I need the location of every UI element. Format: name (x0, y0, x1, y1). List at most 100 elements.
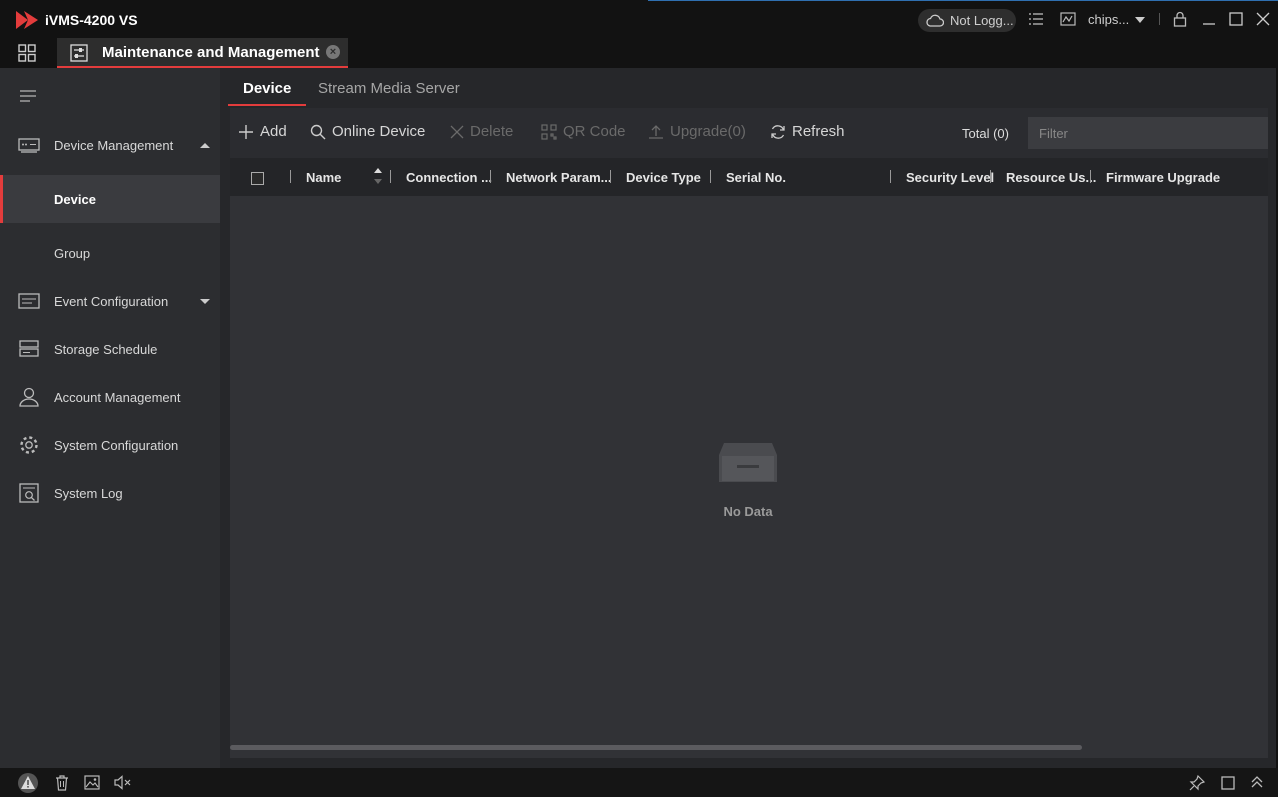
total-count: Total (0) (962, 126, 1009, 141)
column-header-device-type[interactable]: Device Type (626, 170, 701, 185)
close-icon[interactable] (1256, 12, 1270, 26)
alarm-warning-icon[interactable] (16, 773, 40, 793)
column-header-resource-usage[interactable]: Resource Us... (1006, 170, 1096, 185)
upload-icon (648, 124, 664, 140)
sidebar-item-label: Storage Schedule (54, 341, 158, 357)
upgrade-label: Upgrade(0) (670, 123, 746, 140)
sidebar-item-label: System Log (54, 485, 123, 501)
empty-state-text: No Data (723, 504, 773, 519)
sidebar-item-label: Device Management (54, 137, 174, 153)
storage-schedule-icon (18, 338, 40, 360)
sidebar-item-device[interactable]: Device (0, 175, 220, 223)
delete-label: Delete (470, 123, 514, 140)
maximize-icon[interactable] (1229, 12, 1243, 26)
sort-icon[interactable] (373, 166, 383, 186)
app-grid-icon[interactable] (18, 44, 36, 62)
column-divider (1090, 170, 1091, 183)
cloud-login-button[interactable]: Not Logg... (918, 9, 1016, 32)
sidebar-item-label: Group (54, 245, 91, 261)
tab-stream-media-server[interactable]: Stream Media Server (318, 80, 460, 97)
column-divider (390, 170, 391, 183)
sidebar: Device Management Device Group Event Con… (0, 68, 220, 768)
refresh-icon (770, 124, 786, 140)
sidebar-item-device-management[interactable]: Device Management (0, 121, 220, 169)
window-restore-icon[interactable] (1221, 776, 1235, 790)
image-icon[interactable] (84, 775, 100, 790)
minimize-icon[interactable] (1202, 12, 1216, 26)
sidebar-item-account-management[interactable]: Account Management (0, 373, 220, 421)
table-header: Name Connection ... Network Param... Dev… (230, 158, 1268, 196)
bottom-status-bar (0, 768, 1278, 797)
tab-close-icon[interactable]: × (326, 45, 340, 59)
column-header-name[interactable]: Name (306, 170, 341, 185)
add-label: Add (260, 123, 287, 140)
mute-icon[interactable] (114, 775, 132, 790)
double-chevron-up-icon[interactable] (1250, 775, 1264, 789)
refresh-label: Refresh (792, 123, 845, 140)
window-accent-line (648, 0, 1278, 1)
column-divider (610, 170, 611, 183)
sidebar-item-system-log[interactable]: System Log (0, 469, 220, 517)
add-button[interactable]: Add (238, 123, 287, 140)
refresh-button[interactable]: Refresh (770, 123, 845, 140)
sidebar-item-label: System Configuration (54, 437, 179, 453)
sidebar-item-storage-schedule[interactable]: Storage Schedule (0, 325, 220, 373)
trash-icon[interactable] (55, 775, 69, 791)
tab-maintenance-and-management[interactable]: Maintenance and Management × (57, 38, 348, 68)
plus-icon (238, 124, 254, 140)
app-title: iVMS-4200 VS (45, 12, 138, 28)
sidebar-item-label: Account Management (54, 389, 181, 405)
chevron-down-icon[interactable] (1135, 17, 1145, 23)
search-icon (310, 124, 326, 140)
horizontal-scrollbar[interactable] (230, 745, 1082, 750)
column-header-security-level[interactable]: Security Level (906, 170, 994, 185)
system-log-icon (18, 482, 40, 504)
sub-tab-bar: Device Stream Media Server (220, 68, 1278, 108)
tab-label: Device (243, 80, 292, 97)
column-header-firmware-upgrade[interactable]: Firmware Upgrade (1106, 170, 1220, 185)
sidebar-item-system-configuration[interactable]: System Configuration (0, 421, 220, 469)
qr-code-icon (541, 123, 557, 140)
upgrade-button[interactable]: Upgrade(0) (648, 123, 746, 140)
sidebar-item-event-configuration[interactable]: Event Configuration (0, 277, 220, 325)
online-device-label: Online Device (332, 123, 426, 140)
sidebar-item-group[interactable]: Group (0, 229, 220, 277)
chevron-down-icon (200, 298, 210, 304)
pin-icon[interactable] (1189, 775, 1205, 791)
qr-code-button[interactable]: QR Code (541, 123, 626, 140)
column-divider (290, 170, 291, 183)
tab-label: Maintenance and Management (102, 44, 320, 61)
column-divider (990, 170, 991, 183)
device-panel: Add Online Device Delete QR Code Upgrade… (230, 108, 1268, 758)
column-header-serial-no[interactable]: Serial No. (726, 170, 786, 185)
column-divider (710, 170, 711, 183)
online-device-button[interactable]: Online Device (310, 123, 425, 140)
sidebar-item-label: Device (54, 191, 96, 207)
column-divider (890, 170, 891, 183)
delete-x-icon (450, 125, 464, 139)
monitor-chart-icon[interactable] (1060, 12, 1076, 26)
device-management-icon (18, 134, 40, 156)
collapse-menu-icon[interactable] (20, 90, 36, 102)
empty-tray-icon (718, 441, 778, 483)
select-all-checkbox[interactable] (251, 172, 264, 185)
lock-icon[interactable] (1173, 11, 1187, 27)
tab-device[interactable]: Device (228, 68, 306, 106)
column-header-connection[interactable]: Connection ... (406, 170, 492, 185)
main-content: Device Stream Media Server Add Online De… (220, 68, 1278, 768)
delete-button[interactable]: Delete (450, 123, 513, 140)
title-bar (0, 0, 1278, 38)
column-header-network-parameters[interactable]: Network Param... (506, 170, 612, 185)
filter-input[interactable] (1028, 117, 1268, 149)
column-divider (490, 170, 491, 183)
login-status: Not Logg... (950, 13, 1014, 28)
account-icon (18, 386, 40, 408)
event-configuration-icon (18, 290, 40, 312)
app-logo-icon (14, 9, 40, 31)
user-menu[interactable]: chips... (1088, 12, 1129, 27)
toolbar: Add Online Device Delete QR Code Upgrade… (230, 108, 1268, 158)
maintenance-icon (70, 44, 88, 62)
sidebar-item-label: Event Configuration (54, 293, 169, 309)
task-list-icon[interactable] (1028, 12, 1044, 26)
qr-code-label: QR Code (563, 123, 626, 140)
